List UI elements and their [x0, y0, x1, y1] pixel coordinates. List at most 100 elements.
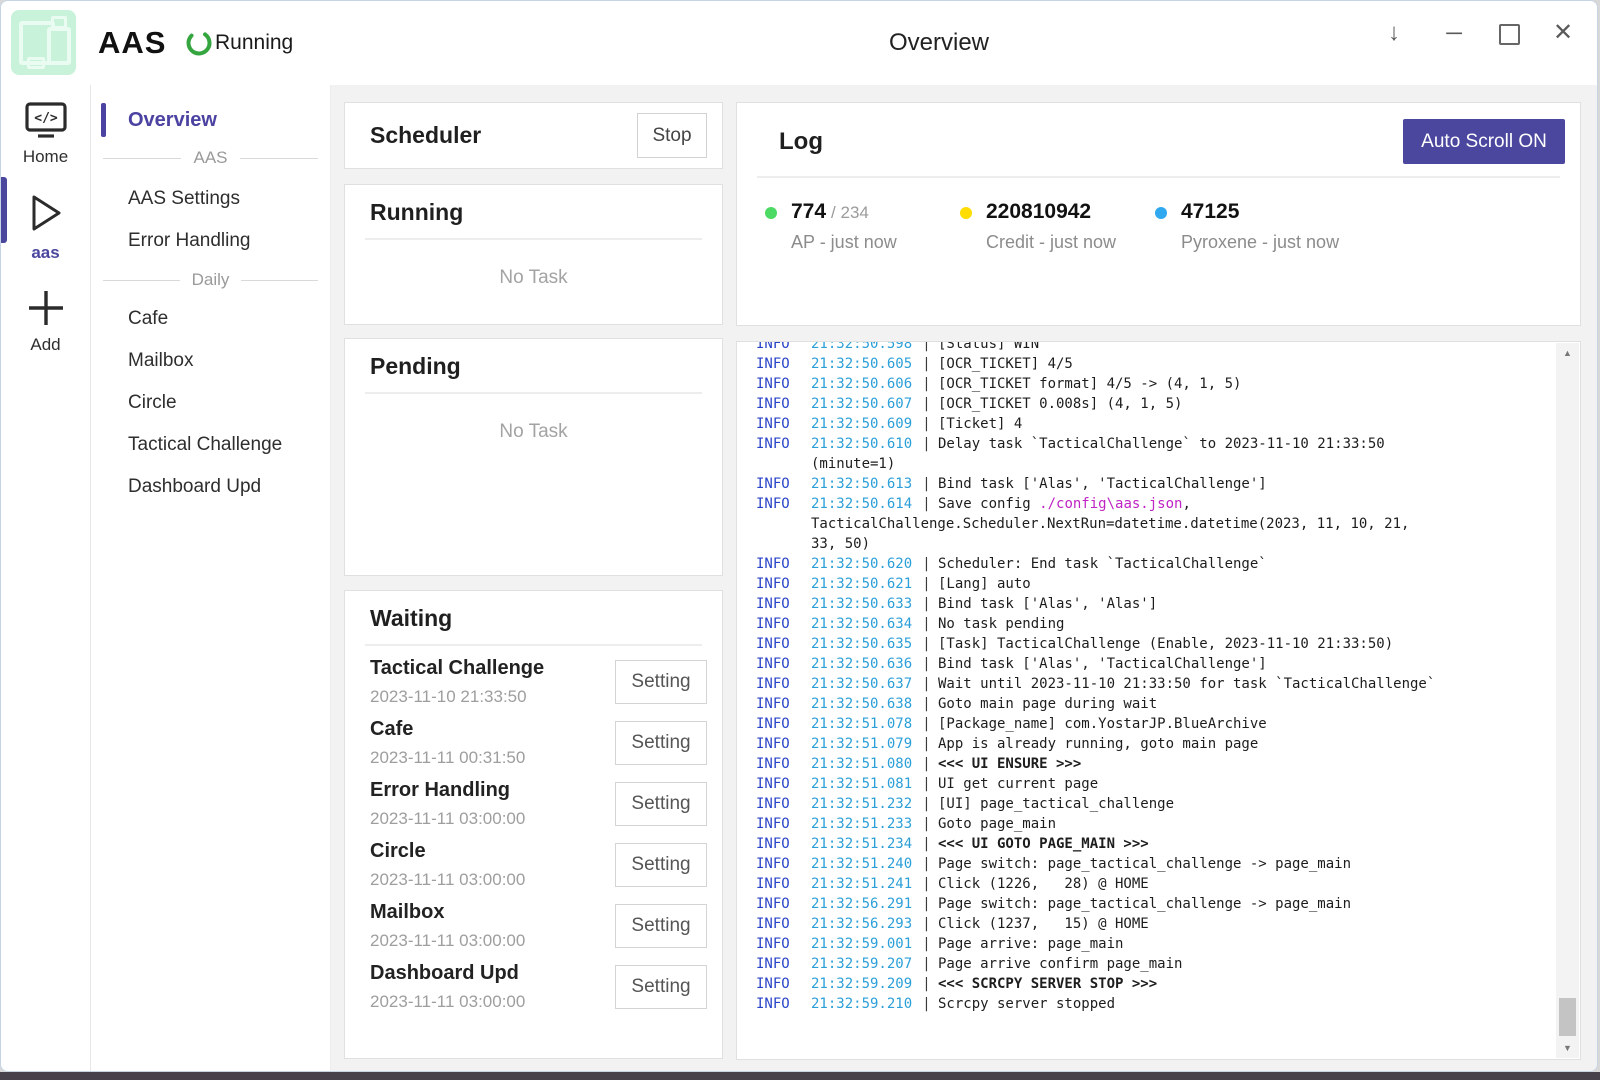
log-level: INFO [756, 854, 811, 874]
running-title: Running [370, 199, 722, 226]
log-level: INFO [756, 341, 811, 354]
log-entry: INFO21:32:50.633|Bind task ['Alas', 'Ala… [756, 594, 1552, 614]
log-entry: INFO21:32:59.210|Scrcpy server stopped [756, 994, 1552, 1014]
maximize-icon [1499, 24, 1520, 45]
waiting-task-list: Tactical Challenge2023-11-10 21:33:50Set… [345, 651, 722, 1017]
log-output-area[interactable]: INFO21:32:50.598|[Status] WININFO21:32:5… [736, 341, 1581, 1060]
rail-label-aas: aas [1, 243, 90, 263]
log-entry: INFO21:32:50.637|Wait until 2023-11-10 2… [756, 674, 1552, 694]
log-timestamp: 21:32:56.293 [811, 914, 915, 934]
log-level: INFO [756, 594, 811, 614]
menu-item-mailbox[interactable]: Mailbox [91, 340, 330, 382]
log-entry: INFO21:32:50.636|Bind task ['Alas', 'Tac… [756, 654, 1552, 674]
log-message: Delay task `TacticalChallenge` to 2023-1… [938, 434, 1385, 454]
log-level: INFO [756, 374, 811, 394]
log-message: Goto page_main [938, 814, 1056, 834]
log-timestamp: 21:32:50.638 [811, 694, 915, 714]
log-separator: | [915, 854, 938, 874]
close-button[interactable]: ✕ [1543, 15, 1583, 51]
log-level: INFO [756, 574, 811, 594]
log-timestamp: 21:32:51.234 [811, 834, 915, 854]
log-separator: | [915, 754, 938, 774]
log-separator: | [915, 974, 938, 994]
stat-value: 47125 [1181, 200, 1339, 224]
menu-item-cafe[interactable]: Cafe [91, 298, 330, 340]
divider [365, 644, 702, 646]
auto-scroll-button[interactable]: Auto Scroll ON [1403, 119, 1565, 164]
menu-item-aas-settings[interactable]: AAS Settings [91, 178, 330, 220]
setting-button-tactical-challenge[interactable]: Setting [615, 660, 707, 704]
log-scrollbar[interactable]: ▲ ▼ [1556, 343, 1579, 1058]
stat-label: Pyroxene - just now [1181, 232, 1339, 253]
log-timestamp: 21:32:51.233 [811, 814, 915, 834]
setting-button-mailbox[interactable]: Setting [615, 904, 707, 948]
menu-section-daily: Daily [91, 262, 330, 298]
log-timestamp: 21:32:50.609 [811, 414, 915, 434]
maximize-button[interactable] [1489, 15, 1529, 51]
menu-item-circle[interactable]: Circle [91, 382, 330, 424]
scroll-up-icon[interactable]: ▲ [1556, 343, 1579, 363]
stop-button[interactable]: Stop [637, 113, 707, 158]
stat-label: AP - just now [791, 232, 897, 253]
log-separator: | [915, 474, 938, 494]
rail-item-aas[interactable]: aas [1, 177, 90, 263]
menu-item-dashboard-upd[interactable]: Dashboard Upd [91, 466, 330, 508]
setting-button-error-handling[interactable]: Setting [615, 782, 707, 826]
waiting-task-next-run: 2023-11-11 00:31:50 [370, 748, 615, 768]
waiting-card: Waiting Tactical Challenge2023-11-10 21:… [344, 590, 723, 1059]
menu-section-label: AAS [181, 148, 239, 168]
svg-text:</>: </> [34, 111, 58, 126]
log-separator: | [915, 341, 938, 354]
log-timestamp: 21:32:51.079 [811, 734, 915, 754]
hide-arrow-button[interactable]: ↓ [1374, 15, 1414, 51]
log-level: INFO [756, 674, 811, 694]
waiting-task-row-tactical-challenge: Tactical Challenge2023-11-10 21:33:50Set… [345, 651, 722, 712]
rail-label-add: Add [1, 335, 90, 355]
log-timestamp: 21:32:50.636 [811, 654, 915, 674]
log-entry: INFO21:32:59.209|<<< SCRCPY SERVER STOP … [756, 974, 1552, 994]
scroll-down-icon[interactable]: ▼ [1556, 1038, 1579, 1058]
log-entry: INFO21:32:51.234|<<< UI GOTO PAGE_MAIN >… [756, 834, 1552, 854]
menu-item-tactical-challenge[interactable]: Tactical Challenge [91, 424, 330, 466]
log-continuation-line: 33, 50) [811, 534, 1552, 554]
log-separator: | [915, 834, 938, 854]
log-entry: INFO21:32:51.233|Goto page_main [756, 814, 1552, 834]
menu-item-overview[interactable]: Overview [91, 102, 330, 138]
rail-item-home[interactable]: </> Home [1, 85, 90, 167]
setting-button-circle[interactable]: Setting [615, 843, 707, 887]
setting-button-cafe[interactable]: Setting [615, 721, 707, 765]
log-timestamp: 21:32:50.620 [811, 554, 915, 574]
log-separator: | [915, 694, 938, 714]
setting-button-dashboard-upd[interactable]: Setting [615, 965, 707, 1009]
minimize-button[interactable]: ─ [1434, 15, 1474, 51]
menu-item-error-handling[interactable]: Error Handling [91, 220, 330, 262]
nav-rail: </> Home aas Add [1, 85, 91, 1071]
waiting-task-next-run: 2023-11-11 03:00:00 [370, 809, 615, 829]
log-message: [Lang] auto [938, 574, 1031, 594]
log-entry: INFO21:32:56.293|Click (1237, 15) @ HOME [756, 914, 1552, 934]
divider [365, 238, 702, 240]
desktop-edge [0, 1072, 1600, 1080]
log-timestamp: 21:32:50.605 [811, 354, 915, 374]
rail-item-add[interactable]: Add [1, 275, 90, 355]
log-separator: | [915, 614, 938, 634]
log-separator: | [915, 674, 938, 694]
waiting-task-name: Circle [370, 840, 615, 863]
stat-value: 220810942 [986, 200, 1116, 224]
plus-icon [26, 289, 66, 327]
log-message: Page switch: page_tactical_challenge -> … [938, 854, 1351, 874]
log-message: No task pending [938, 614, 1064, 634]
waiting-task-info: Circle2023-11-11 03:00:00 [370, 840, 615, 890]
log-level: INFO [756, 354, 811, 374]
divider-line [241, 280, 318, 281]
log-message: Click (1237, 15) @ HOME [938, 914, 1149, 934]
log-separator: | [915, 634, 938, 654]
log-message: [Status] WIN [938, 341, 1039, 354]
log-separator: | [915, 554, 938, 574]
pending-empty-text: No Task [345, 421, 722, 443]
log-timestamp: 21:32:50.634 [811, 614, 915, 634]
scrollbar-thumb[interactable] [1559, 998, 1576, 1036]
log-separator: | [915, 734, 938, 754]
log-timestamp: 21:32:51.241 [811, 874, 915, 894]
log-message: [OCR_TICKET] 4/5 [938, 354, 1073, 374]
